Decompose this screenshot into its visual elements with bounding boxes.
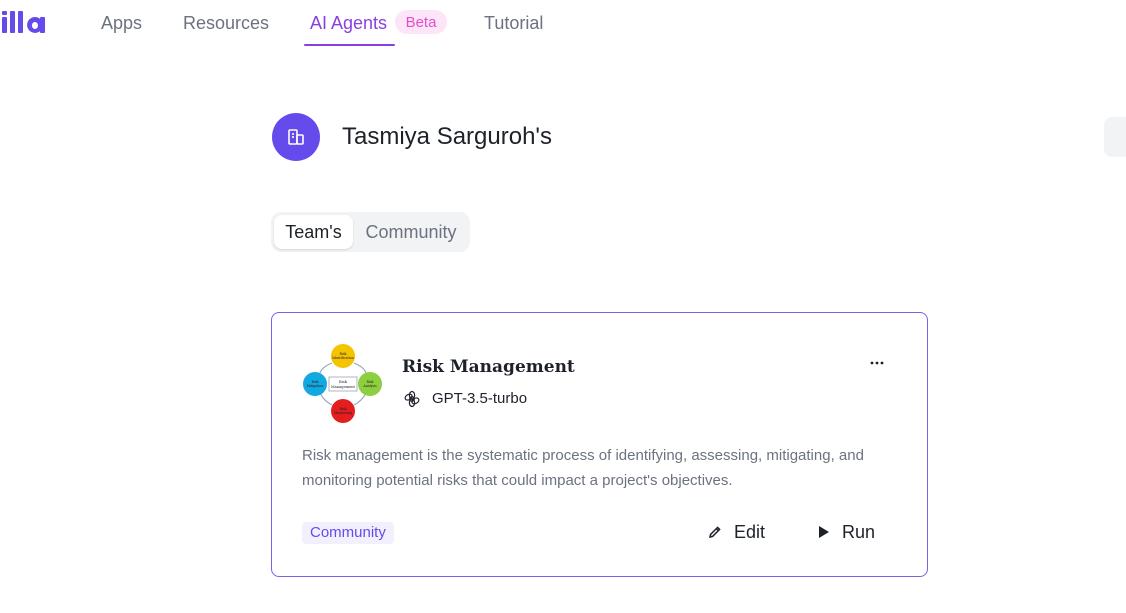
edit-button-label: Edit [734, 521, 766, 542]
active-nav-indicator [304, 44, 395, 46]
run-button-label: Run [842, 521, 876, 542]
top-navigation: Apps Resources AI Agents Beta Tutorial [0, 0, 1126, 48]
nav-item-resources[interactable]: Resources [183, 0, 269, 46]
illa-logo[interactable] [2, 10, 48, 34]
beta-badge: Beta [395, 10, 447, 34]
agent-title: Risk Management [402, 357, 575, 377]
tab-community[interactable]: Community [359, 215, 463, 249]
community-tag: Community [302, 522, 394, 544]
team-building-icon [288, 129, 304, 145]
nav-item-tutorial[interactable]: Tutorial [484, 0, 543, 46]
openai-icon [404, 390, 420, 408]
edit-button[interactable]: Edit [708, 519, 765, 545]
agent-model-name: GPT-3.5-turbo [432, 390, 528, 407]
team-name: Tasmiya Sarguroh's [342, 123, 552, 150]
agent-description: Risk management is the systematic proces… [302, 447, 864, 489]
nav-item-apps[interactable]: Apps [101, 0, 142, 46]
nav-item-ai-agents[interactable]: AI Agents [310, 0, 387, 46]
diagram-center-label-line2: Management [331, 385, 356, 389]
ellipsis-icon [870, 361, 884, 365]
team-avatar [272, 113, 320, 161]
svg-text:Identification: Identification [332, 356, 354, 360]
agent-card[interactable]: Risk Management Risk Identification Risk… [271, 312, 928, 577]
run-button[interactable]: Run [818, 519, 875, 545]
play-icon [819, 526, 829, 538]
agent-thumbnail-diagram: Risk Management Risk Identification Risk… [303, 344, 382, 423]
tab-teams[interactable]: Team's [274, 215, 353, 249]
diagram-center-label-line1: Risk [339, 380, 348, 384]
svg-text:Analysis: Analysis [362, 384, 377, 388]
svg-text:Mitigation: Mitigation [307, 384, 324, 388]
more-options-button[interactable] [864, 351, 890, 375]
pencil-icon [708, 526, 721, 539]
svg-text:Monitoring: Monitoring [334, 411, 352, 415]
agent-scope-tabs: Team's Community [271, 212, 470, 252]
side-panel-handle[interactable] [1104, 117, 1126, 157]
